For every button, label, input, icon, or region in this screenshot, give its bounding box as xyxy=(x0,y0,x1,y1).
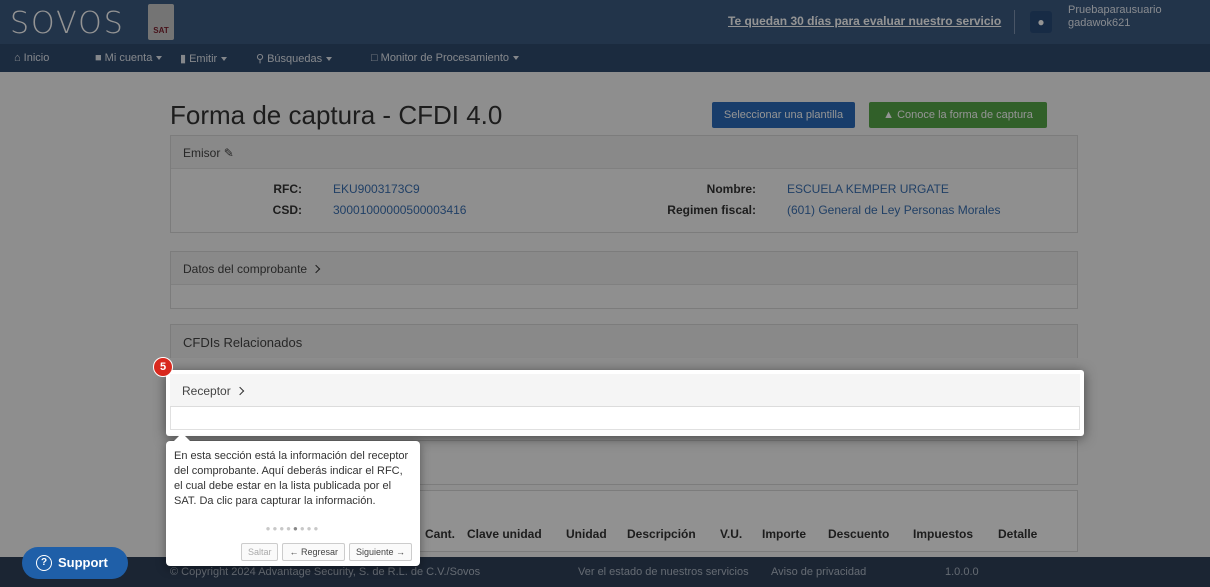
support-label: Support xyxy=(58,555,108,570)
chevron-right-icon xyxy=(235,386,244,396)
receptor-panel-body xyxy=(170,407,1080,430)
tour-tooltip: En esta sección está la información del … xyxy=(166,433,420,566)
receptor-highlight[interactable]: Receptor xyxy=(166,370,1084,436)
tour-skip-button[interactable]: Saltar xyxy=(240,543,279,561)
tour-progress-dots: ●●●●●●●● xyxy=(265,524,321,533)
tour-text: En esta sección está la información del … xyxy=(174,450,409,507)
support-button[interactable]: ? Support xyxy=(22,547,128,579)
tour-next-button[interactable]: Siguiente → xyxy=(348,543,412,561)
question-icon: ? xyxy=(36,554,52,571)
receptor-heading: Receptor xyxy=(182,384,231,398)
receptor-panel-header[interactable]: Receptor xyxy=(170,374,1080,407)
tour-back-button[interactable]: ← Regresar xyxy=(282,543,345,561)
tour-step-badge: 5 xyxy=(153,357,173,377)
tour-buttons: Saltar ← Regresar Siguiente → xyxy=(240,543,412,561)
